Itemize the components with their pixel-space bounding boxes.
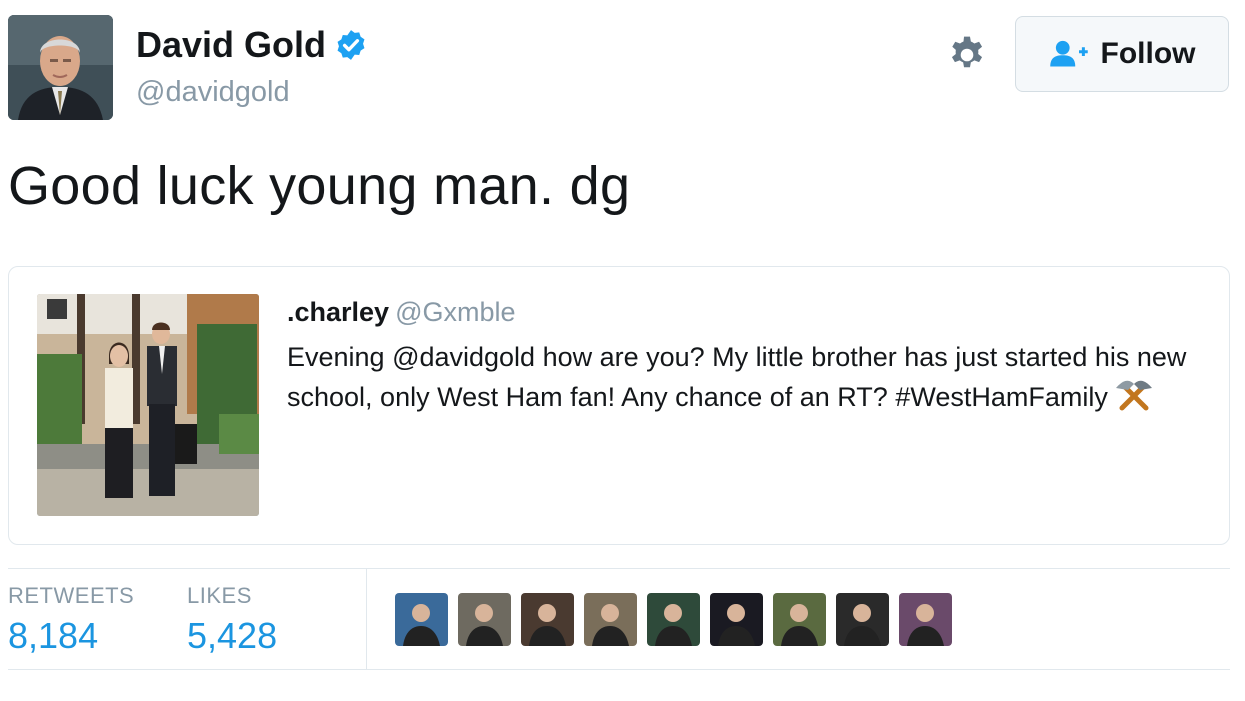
author-name-row[interactable]: David Gold [136, 24, 368, 66]
verified-badge-icon [337, 30, 365, 60]
gear-icon[interactable] [946, 34, 988, 76]
profile-photo-icon [773, 593, 826, 646]
profile-photo-icon [395, 593, 448, 646]
liker-avatar[interactable] [710, 593, 763, 646]
retweets-label: RETWEETS [8, 583, 135, 608]
retweets-stat[interactable]: RETWEETS 8,184 [8, 583, 134, 657]
quoted-tweet-header: .charley @Gxmble [287, 297, 516, 328]
stats-top-divider [8, 568, 1230, 569]
liker-avatar[interactable] [395, 593, 448, 646]
follow-label: Follow [1100, 37, 1196, 70]
likes-stat[interactable]: LIKES 5,428 [187, 583, 277, 657]
profile-photo-icon [8, 15, 113, 120]
liker-avatar[interactable] [836, 593, 889, 646]
hammer-and-pick-icon [1115, 380, 1152, 411]
tweet-text: Good luck young man. dg [8, 156, 631, 216]
profile-photo-icon [458, 593, 511, 646]
stats-vertical-divider [366, 569, 367, 669]
add-user-icon [1049, 40, 1088, 67]
quoted-tweet-card[interactable]: .charley @Gxmble Evening @davidgold how a… [8, 266, 1230, 545]
quoted-tweet-image[interactable] [37, 294, 259, 516]
photo-icon [37, 294, 259, 516]
liker-avatar[interactable] [899, 593, 952, 646]
quoted-author-name[interactable]: .charley [287, 297, 389, 327]
follow-button[interactable]: Follow [1015, 16, 1229, 92]
retweets-count: 8,184 [8, 615, 99, 656]
liker-avatar[interactable] [647, 593, 700, 646]
quoted-tweet-text: Evening @davidgold how are you? My littl… [287, 342, 1187, 412]
author-name[interactable]: David Gold [136, 24, 326, 66]
liker-avatar[interactable] [584, 593, 637, 646]
stats-bottom-divider [8, 669, 1230, 670]
quoted-tweet-text-row: Evening @davidgold how are you? My littl… [287, 337, 1207, 417]
profile-photo-icon [710, 593, 763, 646]
profile-photo-icon [521, 593, 574, 646]
profile-photo-icon [584, 593, 637, 646]
liker-avatar[interactable] [521, 593, 574, 646]
profile-photo-icon [647, 593, 700, 646]
likes-label: LIKES [187, 583, 252, 608]
profile-photo-icon [899, 593, 952, 646]
author-handle[interactable]: @davidgold [136, 76, 290, 109]
liker-avatar[interactable] [458, 593, 511, 646]
liker-avatar[interactable] [773, 593, 826, 646]
profile-photo-icon [836, 593, 889, 646]
liker-avatars [395, 593, 952, 646]
author-avatar[interactable] [8, 15, 113, 120]
likes-count: 5,428 [187, 615, 278, 656]
quoted-author-handle[interactable]: @Gxmble [395, 297, 515, 327]
